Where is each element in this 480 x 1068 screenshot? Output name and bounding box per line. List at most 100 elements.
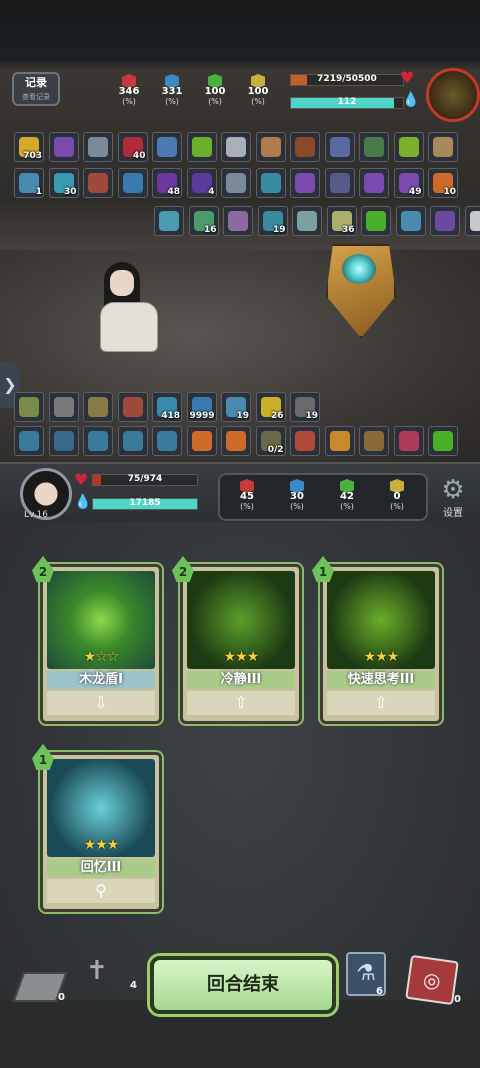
status-effect-icon[interactable]: 48 bbox=[152, 168, 182, 198]
draw-pile[interactable]: 0 bbox=[12, 972, 68, 1003]
card-wood-dragon-shield[interactable]: ★☆☆ 木龙盾I ⇩ bbox=[40, 564, 162, 724]
status-effect-icon[interactable] bbox=[221, 168, 251, 198]
status-stack-count: 26 bbox=[270, 411, 284, 421]
status-effect-icon[interactable] bbox=[359, 168, 389, 198]
status-stack-count: 703 bbox=[23, 151, 42, 161]
discard-icon: ◎ bbox=[405, 954, 459, 1006]
status-effect-icon[interactable] bbox=[48, 132, 79, 162]
hero-body bbox=[100, 302, 158, 352]
status-effect-icon[interactable]: 16 bbox=[188, 206, 219, 236]
status-effect-icon[interactable] bbox=[14, 392, 44, 422]
status-effect-icon[interactable] bbox=[83, 132, 113, 162]
grave-pile[interactable]: ✝ 4 bbox=[86, 956, 137, 996]
status-effect-icon[interactable] bbox=[117, 426, 148, 456]
status-effect-icon[interactable] bbox=[428, 426, 458, 456]
status-effect-icon[interactable] bbox=[83, 426, 113, 456]
enemy-attack-stat: 346 (%) bbox=[114, 74, 144, 108]
status-effect-icon[interactable]: 30 bbox=[48, 168, 79, 198]
status-stack-count: 0/2 bbox=[267, 445, 284, 455]
status-glyph bbox=[469, 211, 480, 231]
card-recall[interactable]: ★★★ 回忆III ⚲ bbox=[40, 752, 162, 912]
status-effect-icon[interactable] bbox=[255, 132, 286, 162]
status-effect-icon[interactable] bbox=[48, 426, 79, 456]
status-effect-icon[interactable]: 19 bbox=[290, 392, 320, 422]
log-button-label: 记录 bbox=[25, 76, 47, 89]
enemy-attack-value: 346 bbox=[118, 86, 140, 97]
card-quick-think[interactable]: ★★★ 快速思考III ⇧ bbox=[320, 564, 442, 724]
status-effect-icon[interactable]: 10 bbox=[428, 168, 458, 198]
status-effect-icon[interactable] bbox=[154, 206, 184, 236]
status-glyph bbox=[122, 397, 143, 417]
card-stars: ★★★ bbox=[83, 837, 120, 853]
status-effect-icon[interactable] bbox=[223, 206, 253, 236]
card-foot-icon: ⇧ bbox=[187, 691, 295, 715]
draw-count: 0 bbox=[58, 992, 65, 1003]
status-effect-icon[interactable] bbox=[428, 132, 458, 162]
card-name: 木龙盾I bbox=[47, 671, 155, 689]
status-effect-icon[interactable] bbox=[359, 426, 389, 456]
status-effect-icon[interactable] bbox=[152, 132, 182, 162]
status-effect-icon[interactable]: 1 bbox=[464, 206, 480, 236]
status-effect-icon[interactable] bbox=[117, 392, 148, 422]
status-effect-icon[interactable] bbox=[324, 168, 355, 198]
status-glyph bbox=[191, 431, 212, 451]
status-effect-icon[interactable] bbox=[14, 426, 44, 456]
status-effect-icon[interactable] bbox=[186, 426, 217, 456]
status-effect-icon[interactable]: 4 bbox=[186, 168, 217, 198]
status-effect-icon[interactable] bbox=[221, 132, 251, 162]
status-effect-icon[interactable]: 19 bbox=[257, 206, 288, 236]
status-glyph bbox=[157, 137, 177, 157]
card-stars: ★☆☆ bbox=[83, 649, 120, 665]
status-glyph bbox=[122, 173, 143, 193]
player-attack-pct: (%) bbox=[240, 502, 254, 511]
battle-scene: 记录 查看记录 346 (%) 331 (%) 100 (%) 100 (%) … bbox=[0, 0, 480, 462]
status-effect-icon[interactable]: 19 bbox=[221, 392, 251, 422]
player-shield-text: 17185 bbox=[129, 498, 161, 508]
end-turn-button[interactable]: 回合结束 bbox=[150, 956, 336, 1014]
grave-icon: ✝ bbox=[86, 956, 108, 986]
status-effect-icon[interactable] bbox=[393, 132, 424, 162]
status-glyph bbox=[53, 397, 74, 417]
status-effect-icon[interactable] bbox=[324, 426, 355, 456]
settings-button[interactable]: ⚙ 设置 bbox=[436, 476, 470, 519]
status-effect-icon[interactable] bbox=[48, 392, 79, 422]
boss-character[interactable] bbox=[296, 214, 416, 344]
enemy-portrait[interactable] bbox=[426, 68, 480, 122]
enemy-defense-pct: (%) bbox=[165, 97, 179, 106]
status-effect-icon[interactable] bbox=[83, 168, 113, 198]
card-foot-icon: ⇧ bbox=[327, 691, 435, 715]
status-effect-icon[interactable] bbox=[393, 426, 424, 456]
status-stack-count: 40 bbox=[132, 151, 146, 161]
status-effect-icon[interactable] bbox=[324, 132, 355, 162]
discard-pile[interactable]: ◎ 0 bbox=[405, 954, 468, 1006]
status-effect-icon[interactable] bbox=[290, 168, 320, 198]
status-effect-icon[interactable] bbox=[186, 132, 217, 162]
status-glyph bbox=[88, 431, 108, 451]
status-effect-icon[interactable] bbox=[152, 426, 182, 456]
status-effect-icon[interactable] bbox=[83, 392, 113, 422]
player-attack-value: 45 bbox=[240, 491, 254, 502]
enemy-defense-value: 331 bbox=[161, 86, 183, 97]
player-resist-value: 42 bbox=[340, 491, 354, 502]
status-effect-icon[interactable]: 1 bbox=[14, 168, 44, 198]
status-effect-icon[interactable]: 0/2 bbox=[255, 426, 286, 456]
log-button[interactable]: 记录 查看记录 bbox=[12, 72, 60, 106]
potion-pile[interactable]: ⚗ 6 bbox=[346, 952, 388, 998]
status-effect-icon[interactable] bbox=[221, 426, 251, 456]
status-effect-icon[interactable]: 9999 bbox=[186, 392, 217, 422]
status-effect-icon[interactable] bbox=[255, 168, 286, 198]
status-effect-icon[interactable] bbox=[359, 132, 389, 162]
status-effect-icon[interactable] bbox=[290, 132, 320, 162]
status-effect-icon[interactable]: 703 bbox=[14, 132, 44, 162]
card-calm[interactable]: ★★★ 冷静III ⇧ bbox=[180, 564, 302, 724]
player-resist-pct: (%) bbox=[340, 502, 354, 511]
status-effect-icon[interactable]: 40 bbox=[117, 132, 148, 162]
status-effect-icon[interactable] bbox=[290, 426, 320, 456]
status-effect-icon[interactable]: 418 bbox=[152, 392, 182, 422]
status-effect-icon[interactable]: 49 bbox=[393, 168, 424, 198]
status-effect-icon[interactable] bbox=[117, 168, 148, 198]
status-glyph bbox=[295, 137, 315, 157]
status-effect-icon[interactable]: 26 bbox=[255, 392, 286, 422]
status-effect-icon[interactable] bbox=[430, 206, 460, 236]
enemy-crit-stat: 100 (%) bbox=[243, 74, 273, 108]
